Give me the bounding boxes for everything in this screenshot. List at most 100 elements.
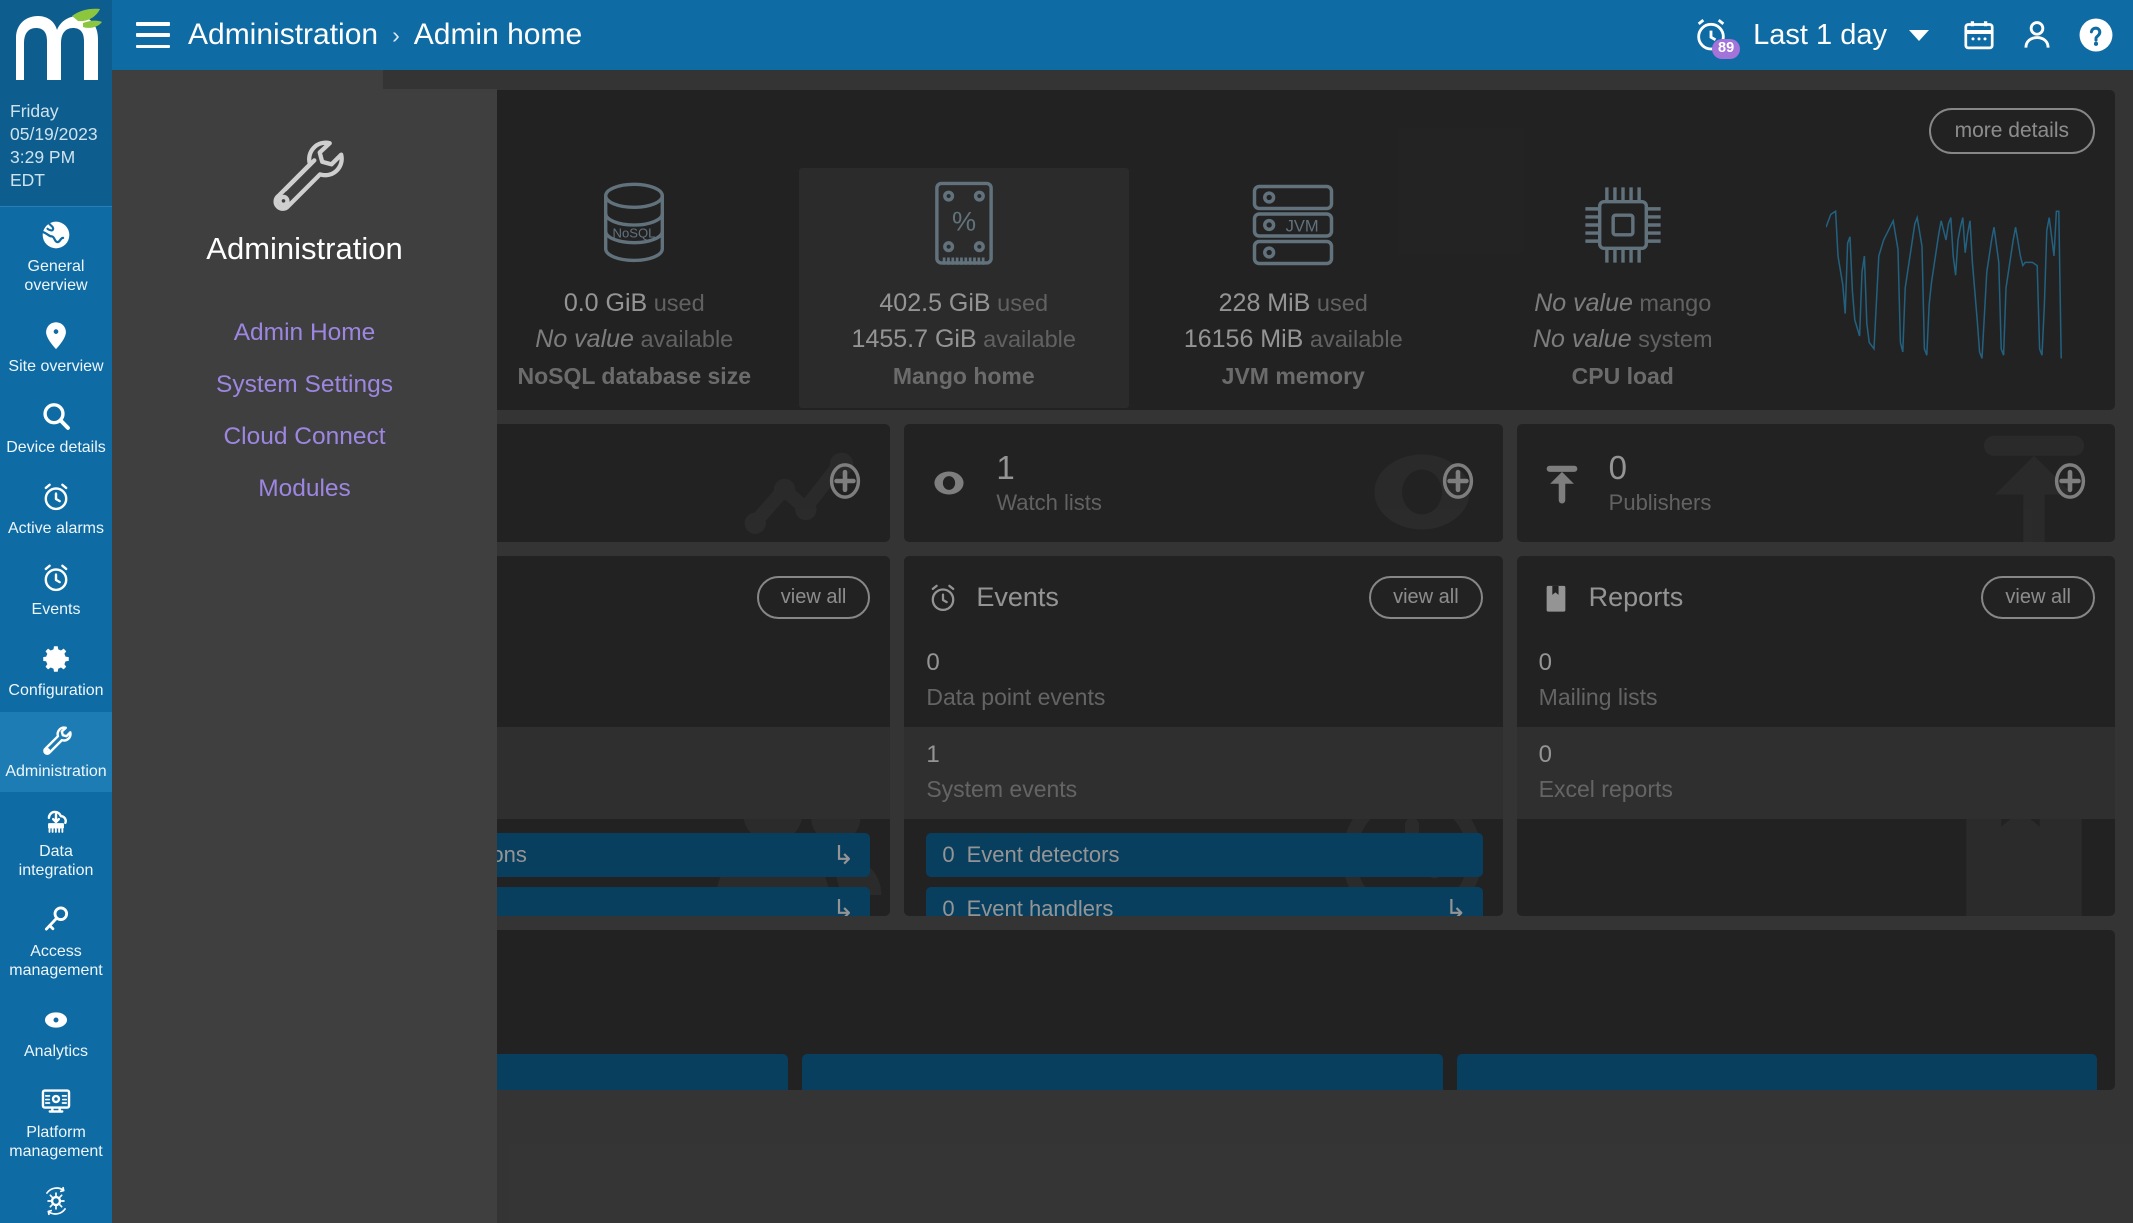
clock-date: 05/19/2023: [10, 124, 98, 145]
svg-text:NoSQL: NoSQL: [613, 225, 656, 240]
action-button-event-detectors[interactable]: 0 Event detectors: [926, 832, 1483, 877]
bottom-button-3[interactable]: [1456, 1054, 2097, 1090]
status-card-title: JVM memory: [1221, 363, 1365, 389]
alarm-clock-icon: [2, 561, 110, 595]
sidebar-item-event-management[interactable]: Event Management: [0, 1173, 112, 1223]
status-available-line: No value available: [535, 324, 734, 353]
plus-circle-icon[interactable]: [1435, 458, 1481, 509]
flyout-top-filler: [112, 70, 383, 89]
sidebar-item-administration[interactable]: Administration: [0, 711, 112, 793]
stat-label: Excel reports: [1538, 775, 1673, 802]
gear-icon: [2, 642, 110, 676]
cpu-chip-icon: [1464, 180, 1782, 270]
flyout-link-modules[interactable]: Modules: [112, 463, 497, 515]
sidebar-item-label: Platform management: [9, 1123, 103, 1160]
flyout-link-admin-home[interactable]: Admin Home: [112, 307, 497, 359]
sidebar-item-data-integration[interactable]: Data integration: [0, 792, 112, 892]
chevron-down-icon[interactable]: [1909, 29, 1929, 41]
chevron-right-icon: ›: [392, 21, 400, 48]
status-card-title: Mango home: [892, 363, 1035, 389]
bookmark-icon: [1539, 581, 1573, 615]
action-label: Event detectors: [966, 841, 1120, 867]
status-used-line: 228 MiB used: [1218, 289, 1368, 317]
view-all-button[interactable]: view all: [1369, 576, 1483, 619]
view-all-button[interactable]: view all: [1981, 576, 2095, 619]
view-all-button[interactable]: view all: [756, 576, 871, 619]
globe-icon: [2, 218, 110, 252]
panel-actions: 0 Event detectors 0 Event handlers ↳: [904, 819, 1502, 916]
status-available-line: 16156 MiB available: [1183, 324, 1403, 353]
sidebar-item-label: Access management: [9, 943, 103, 979]
more-details-button[interactable]: more details: [1928, 108, 2095, 154]
hamburger-icon[interactable]: [136, 22, 170, 48]
eye-icon: [2, 1003, 110, 1037]
status-card-title: NoSQL database size: [517, 363, 752, 389]
stat-label: Mailing lists: [1538, 683, 1658, 710]
flyout-link-system-settings[interactable]: System Settings: [112, 359, 497, 411]
flyout-title: Administration: [206, 231, 403, 266]
breadcrumb-current: Admin home: [413, 18, 583, 51]
calendar-icon[interactable]: [1961, 17, 1997, 53]
enter-arrow-icon: ↳: [832, 839, 855, 870]
sidebar-item-active-alarms[interactable]: Active alarms: [0, 469, 112, 550]
sidebar-item-device-details[interactable]: Device details: [0, 388, 112, 469]
mango-logo-icon: [16, 8, 102, 80]
jvm-server-icon: JVM: [1135, 180, 1453, 270]
wrench-icon: [2, 723, 110, 757]
key-icon: [2, 903, 110, 937]
plus-circle-icon[interactable]: [822, 458, 868, 509]
bottom-button-2[interactable]: [802, 1054, 1443, 1090]
status-card-mango-home[interactable]: % 402.5 GiB used 1455.7 GiB available Mango…: [799, 168, 1129, 408]
action-button-event-handlers[interactable]: 0 Event handlers ↳: [926, 886, 1483, 916]
counter-label: Watch lists: [996, 490, 1102, 516]
plus-circle-icon[interactable]: [2047, 458, 2093, 509]
svg-text:%: %: [952, 205, 976, 236]
flyout-link-cloud-connect[interactable]: Cloud Connect: [112, 411, 497, 463]
left-sidebar: Friday 05/19/2023 3:29 PM EDT General ov…: [0, 0, 112, 1223]
sidebar-item-configuration[interactable]: Configuration: [0, 631, 112, 712]
sidebar-item-events[interactable]: Events: [0, 550, 112, 631]
status-available-line: 1455.7 GiB available: [851, 324, 1076, 353]
flyout-links: Admin Home System Settings Cloud Connect Mo…: [112, 307, 497, 515]
sidebar-item-label: Administration: [5, 762, 107, 780]
sidebar-item-analytics[interactable]: Analytics: [0, 992, 112, 1073]
counter-value: 0: [1608, 448, 1628, 486]
status-available-line: No value system: [1532, 324, 1713, 353]
stat-value: 0: [1538, 649, 1553, 676]
sidebar-item-platform-management[interactable]: Platform management: [0, 1073, 112, 1173]
sidebar-item-label: Configuration: [8, 681, 104, 699]
panel-stat-row: 0 Excel reports: [1516, 726, 2115, 819]
stat-label: Data point events: [926, 683, 1106, 710]
counter-card-publishers[interactable]: 0 Publishers: [1516, 424, 2115, 542]
breadcrumb-root[interactable]: Administration: [188, 18, 378, 52]
sidebar-item-general-overview[interactable]: General overview: [0, 207, 112, 307]
status-used-line: No value mango: [1534, 289, 1712, 317]
counter-value: 1: [996, 448, 1015, 486]
counter-card-watch-lists[interactable]: 1 Watch lists: [904, 424, 1503, 542]
cloud-upload-icon: [2, 803, 110, 837]
status-card-nosql-database-size[interactable]: NoSQL 0.0 GiB used No value available NoSQL…: [470, 168, 800, 408]
disk-percent-icon: %: [805, 180, 1123, 270]
sidebar-item-label: Data integration: [18, 843, 94, 880]
alarm-indicator[interactable]: 89: [1691, 15, 1741, 59]
clock-time: 3:29 PM EDT: [10, 147, 76, 191]
user-icon[interactable]: [2019, 17, 2055, 53]
top-bar-actions: 89 Last 1 day: [1691, 15, 2115, 59]
stat-value: 0: [1538, 740, 1553, 768]
status-used-line: 402.5 GiB used: [879, 289, 1049, 317]
sidebar-item-site-overview[interactable]: Site overview: [0, 307, 112, 388]
gear-cycle-icon: [2, 1184, 110, 1218]
sidebar-item-label: Active alarms: [7, 519, 105, 537]
app-logo[interactable]: [0, 0, 112, 96]
sidebar-item-access-management[interactable]: Access management: [0, 892, 112, 992]
cpu-load-sparkline: [1788, 168, 2106, 408]
status-card-jvm-memory[interactable]: JVM 228 MiB used 16156 MiB available JVM me…: [1129, 168, 1459, 408]
enter-arrow-icon: ↳: [832, 893, 855, 916]
sidebar-item-label: General overview: [24, 258, 88, 295]
status-card-cpu-load[interactable]: No value mango No value system CPU load: [1458, 168, 1788, 408]
counter-label: Publishers: [1608, 490, 1712, 516]
stat-value: 0: [926, 649, 940, 676]
time-range-selector[interactable]: Last 1 day: [1753, 19, 1887, 52]
nosql-database-icon: NoSQL: [476, 180, 794, 270]
help-circle-icon[interactable]: [2077, 16, 2115, 54]
